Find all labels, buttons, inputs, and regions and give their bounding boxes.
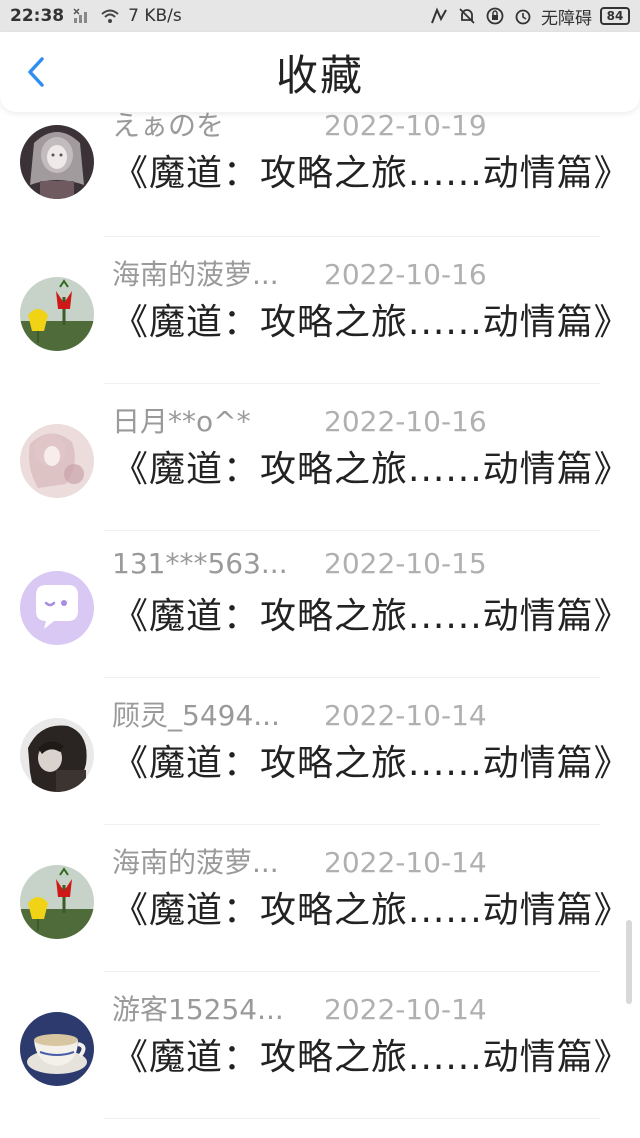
avatar[interactable] <box>20 125 94 199</box>
list-item[interactable]: 海南的菠萝... 2022-10-14 《魔道：攻略之旅......动情篇》 <box>0 825 640 972</box>
username: えぁのを <box>112 112 225 142</box>
date: 2022-10-16 <box>324 405 487 438</box>
back-button[interactable] <box>16 52 56 92</box>
date: 2022-10-16 <box>324 258 487 291</box>
date: 2022-10-14 <box>324 846 487 879</box>
item-meta: 游客15254... 2022-10-14 <box>112 988 487 1028</box>
favorites-list: えぁのを 2022-10-19 《魔道：攻略之旅......动情篇》 海南的菠萝… <box>0 112 640 1138</box>
list-item[interactable]: 131***563... 2022-10-15 《魔道：攻略之旅......动情… <box>0 531 640 678</box>
list-item[interactable]: 日月**o^* 2022-10-16 《魔道：攻略之旅......动情篇》 <box>0 384 640 531</box>
cellular-signal-icon <box>72 6 92 26</box>
mute-bell-icon <box>457 6 477 26</box>
avatar[interactable] <box>20 277 94 351</box>
accessibility-icon <box>429 6 449 26</box>
avatar[interactable] <box>20 865 94 939</box>
header: 收藏 <box>0 32 640 112</box>
username: 顾灵_5494... <box>112 699 280 732</box>
item-meta: 顾灵_5494... 2022-10-14 <box>112 694 487 734</box>
date: 2022-10-14 <box>324 993 487 1026</box>
item-title[interactable]: 《魔道：攻略之旅......动情篇》 <box>112 293 631 345</box>
network-speed: 7 KB/s <box>128 6 182 26</box>
item-title[interactable]: 《魔道：攻略之旅......动情篇》 <box>112 734 631 786</box>
username: 日月**o^* <box>112 405 251 438</box>
item-meta: 日月**o^* 2022-10-16 <box>112 400 487 440</box>
date: 2022-10-14 <box>324 699 487 732</box>
username: 海南的菠萝... <box>112 846 279 879</box>
avatar[interactable] <box>20 571 94 645</box>
battery-indicator: 84 <box>600 7 630 25</box>
item-title[interactable]: 《魔道：攻略之旅......动情篇》 <box>112 440 631 492</box>
item-title[interactable]: 《魔道：攻略之旅......动情篇》 <box>112 587 631 639</box>
status-bar: 22:38 7 KB/s 无障碍 84 <box>0 0 640 32</box>
avatar[interactable] <box>20 718 94 792</box>
username: 131***563... <box>112 547 288 580</box>
avatar[interactable] <box>20 1012 94 1086</box>
date: 2022-10-19 <box>324 112 487 142</box>
alarm-icon <box>513 6 533 26</box>
list-item[interactable]: 游客15254... 2022-10-14 《魔道：攻略之旅......动情篇》 <box>0 972 640 1119</box>
item-title[interactable]: 《魔道：攻略之旅......动情篇》 <box>112 881 631 933</box>
list-item[interactable]: 顾灵_5494... 2022-10-14 《魔道：攻略之旅......动情篇》 <box>0 678 640 825</box>
item-meta: 海南的菠萝... 2022-10-14 <box>112 841 487 881</box>
item-meta: 131***563... 2022-10-15 <box>112 547 487 580</box>
item-title[interactable]: 《魔道：攻略之旅......动情篇》 <box>112 144 631 196</box>
list-item[interactable]: 海南的菠萝... 2022-10-16 《魔道：攻略之旅......动情篇》 <box>0 237 640 384</box>
item-meta: 海南的菠萝... 2022-10-16 <box>112 253 487 293</box>
username: 游客15254... <box>112 993 284 1026</box>
username: 海南的菠萝... <box>112 258 279 291</box>
page-title: 收藏 <box>275 50 364 100</box>
date: 2022-10-15 <box>324 547 487 580</box>
list-item[interactable]: えぁのを 2022-10-19 《魔道：攻略之旅......动情篇》 <box>0 112 640 237</box>
avatar[interactable] <box>20 424 94 498</box>
wifi-icon <box>100 6 120 26</box>
screen: 22:38 7 KB/s 无障碍 84 收藏 えぁのを 2022-10-19 《… <box>0 0 640 1138</box>
status-left: 22:38 7 KB/s <box>10 6 182 26</box>
item-title[interactable]: 《魔道：攻略之旅......动情篇》 <box>112 1028 631 1080</box>
status-time: 22:38 <box>10 6 65 26</box>
scrollbar[interactable] <box>626 920 632 1004</box>
status-right: 无障碍 84 <box>429 4 630 29</box>
item-meta: えぁのを 2022-10-19 <box>112 112 487 144</box>
accessibility-mode-label: 无障碍 <box>541 8 592 29</box>
lock-rotation-icon <box>485 6 505 26</box>
chevron-left-icon <box>28 57 44 87</box>
